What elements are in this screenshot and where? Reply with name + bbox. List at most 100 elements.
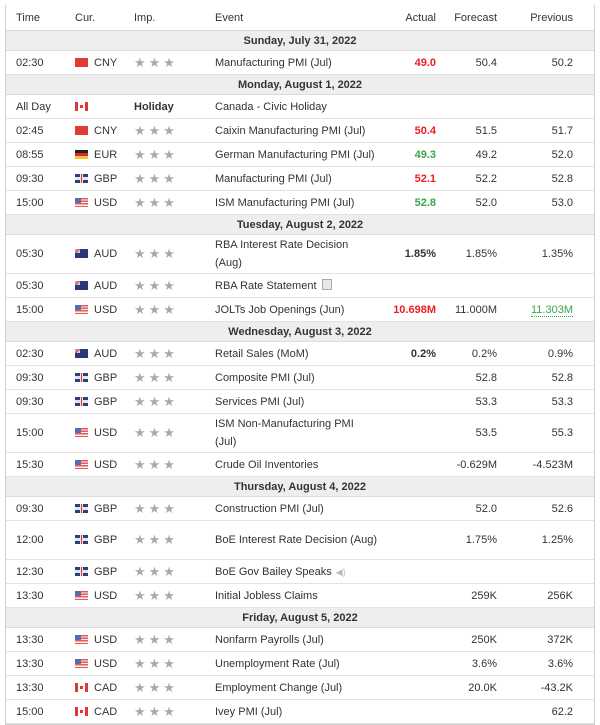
event-row[interactable]: 02:30 AUD ★★★ Retail Sales (MoM) 0.2% 0.2% 0.9… (6, 341, 594, 366)
event-row[interactable]: 13:30 USD ★★★ Initial Jobless Claims 259K 256… (6, 583, 594, 608)
event-name[interactable]: ISM Manufacturing PMI (Jul) (215, 197, 354, 209)
event-name[interactable]: Nonfarm Payrolls (Jul) (215, 634, 324, 646)
canada-flag-icon (75, 682, 88, 692)
event-row[interactable]: 09:30 GBP ★★★ Manufacturing PMI (Jul) 52.1 52… (6, 166, 594, 191)
event-name[interactable]: Construction PMI (Jul) (215, 503, 324, 515)
event-cell: Retail Sales (MoM) (215, 341, 378, 366)
event-row[interactable]: 12:30 GBP ★★★ BoE Gov Bailey Speaks ◀) (6, 559, 594, 584)
actual-value: 1.85% (378, 234, 436, 274)
previous-value: 1.25% (541, 534, 573, 546)
previous-value: 0.9% (547, 347, 573, 360)
event-name[interactable]: RBA Rate Statement (215, 280, 317, 292)
australia-flag-icon (75, 249, 88, 258)
importance-cell: ★★★ (134, 365, 215, 390)
previous-value: 52.8 (551, 172, 573, 185)
usa-flag-icon (75, 459, 88, 469)
col-forecast[interactable]: Forecast (436, 5, 497, 31)
event-cell: RBA Interest Rate Decision (Aug) (215, 234, 378, 274)
event-name[interactable]: JOLTs Job Openings (Jun) (215, 304, 344, 316)
col-importance[interactable]: Imp. (134, 5, 215, 31)
event-name[interactable]: Canada - Civic Holiday (215, 101, 327, 113)
importance-stars-icon: ★★★ (134, 146, 178, 162)
currency-code: USD (94, 303, 118, 316)
importance-stars-icon: ★★★ (134, 393, 178, 409)
event-row[interactable]: 15:00 USD ★★★ ISM Manufacturing PMI (Jul) 52… (6, 190, 594, 215)
previous-value: 372K (547, 633, 573, 646)
speaker-icon[interactable]: ◀) (336, 567, 346, 577)
row-spacer (573, 583, 594, 608)
event-row[interactable]: 09:30 GBP ★★★ Composite PMI (Jul) 52.8 52.8 (6, 365, 594, 390)
event-row[interactable]: 13:30 CAD ★★★ Employment Change (Jul) 20.0K -… (6, 675, 594, 700)
event-name[interactable]: Caixin Manufacturing PMI (Jul) (215, 125, 365, 137)
currency-cell: USD (75, 583, 134, 608)
event-name[interactable]: Crude Oil Inventories (215, 459, 318, 471)
col-time[interactable]: Time (6, 5, 75, 31)
event-row[interactable]: 12:00 GBP ★★★ BoE Interest Rate Decision (A… (6, 520, 594, 560)
importance-stars-icon: ★★★ (134, 369, 178, 385)
event-name[interactable]: Ivey PMI (Jul) (215, 706, 282, 718)
currency-code: AUD (94, 248, 118, 260)
document-icon[interactable] (321, 278, 332, 290)
importance-cell: ★★★ (134, 234, 215, 274)
event-name[interactable]: Manufacturing PMI (Jul) (215, 57, 332, 69)
row-spacer (573, 142, 594, 167)
previous-cell: -4.523M (497, 452, 573, 477)
event-name[interactable]: BoE Gov Bailey Speaks (215, 566, 332, 578)
event-name[interactable]: Unemployment Rate (Jul) (215, 658, 340, 670)
previous-value: 62.2 (551, 705, 573, 718)
col-previous[interactable]: Previous (497, 5, 573, 31)
event-name[interactable]: BoE Interest Rate Decision (Aug) (215, 534, 377, 546)
canada-flag-icon (75, 706, 88, 716)
usa-flag-icon (75, 428, 88, 437)
event-row[interactable]: 09:30 GBP ★★★ Construction PMI (Jul) 52.0 52.… (6, 496, 594, 521)
previous-cell: 52.0 (497, 142, 573, 167)
event-row[interactable]: 02:45 CNY ★★★ Caixin Manufacturing PMI (Jul… (6, 118, 594, 143)
event-row[interactable]: 09:30 GBP ★★★ Services PMI (Jul) 53.3 53.3 (6, 389, 594, 414)
event-row[interactable]: 15:00 CAD ★★★ Ivey PMI (Jul) 62.2 (6, 699, 594, 724)
event-name[interactable]: Employment Change (Jul) (215, 682, 342, 694)
event-row[interactable]: 13:30 USD ★★★ Unemployment Rate (Jul) 3.6% 3.… (6, 651, 594, 676)
event-row[interactable]: 13:30 USD ★★★ Nonfarm Payrolls (Jul) 250K 372… (6, 627, 594, 652)
importance-cell: ★★★ (134, 118, 215, 143)
event-row[interactable]: 05:30 AUD ★★★ RBA Interest Rate Decision (A… (6, 234, 594, 274)
row-spacer (573, 389, 594, 414)
actual-value (378, 675, 436, 700)
forecast-value (436, 273, 497, 298)
importance-stars-icon: ★★★ (134, 170, 178, 186)
importance-cell: ★★★ (134, 496, 215, 521)
event-name[interactable]: Composite PMI (Jul) (215, 372, 315, 384)
previous-value: 52.0 (551, 148, 573, 161)
event-name[interactable]: Manufacturing PMI (Jul) (215, 173, 332, 185)
event-row[interactable]: 15:00 USD ★★★ ISM Non-Manufacturing PMI (Ju… (6, 413, 594, 453)
event-time: 09:30 (6, 389, 75, 414)
col-actual[interactable]: Actual (378, 5, 436, 31)
event-row[interactable]: 15:00 USD ★★★ JOLTs Job Openings (Jun) 10.69… (6, 297, 594, 322)
event-name[interactable]: RBA Interest Rate Decision (Aug) (215, 239, 348, 269)
event-name[interactable]: Initial Jobless Claims (215, 590, 318, 602)
event-name[interactable]: German Manufacturing PMI (Jul) (215, 149, 375, 161)
forecast-value: 52.8 (436, 365, 497, 390)
event-row[interactable]: All Day Holiday Canada - Civic Holiday (6, 94, 594, 119)
previous-value: -43.2K (540, 681, 573, 694)
event-name[interactable]: ISM Non-Manufacturing PMI (Jul) (215, 418, 354, 448)
event-row[interactable]: 02:30 CNY ★★★ Manufacturing PMI (Jul) 49.0 50… (6, 50, 594, 75)
importance-stars-icon: ★★★ (134, 456, 178, 472)
event-row[interactable]: 15:30 USD ★★★ Crude Oil Inventories -0.629M -… (6, 452, 594, 477)
previous-cell (497, 94, 573, 119)
row-spacer (573, 496, 594, 521)
forecast-value: 3.6% (436, 651, 497, 676)
currency-code: GBP (94, 565, 118, 578)
currency-code: GBP (94, 502, 118, 515)
actual-value (378, 496, 436, 521)
col-event[interactable]: Event (215, 5, 378, 31)
forecast-value: 52.0 (436, 190, 497, 215)
usa-flag-icon (75, 590, 88, 600)
event-name[interactable]: Retail Sales (MoM) (215, 348, 309, 360)
event-name[interactable]: Services PMI (Jul) (215, 396, 304, 408)
actual-value (378, 452, 436, 477)
col-currency[interactable]: Cur. (75, 5, 134, 31)
event-time: 13:30 (6, 583, 75, 608)
event-cell: Manufacturing PMI (Jul) (215, 166, 378, 191)
event-row[interactable]: 08:55 EUR ★★★ German Manufacturing PMI (Jul… (6, 142, 594, 167)
event-row[interactable]: 05:30 AUD ★★★ RBA Rate Statement (6, 273, 594, 298)
